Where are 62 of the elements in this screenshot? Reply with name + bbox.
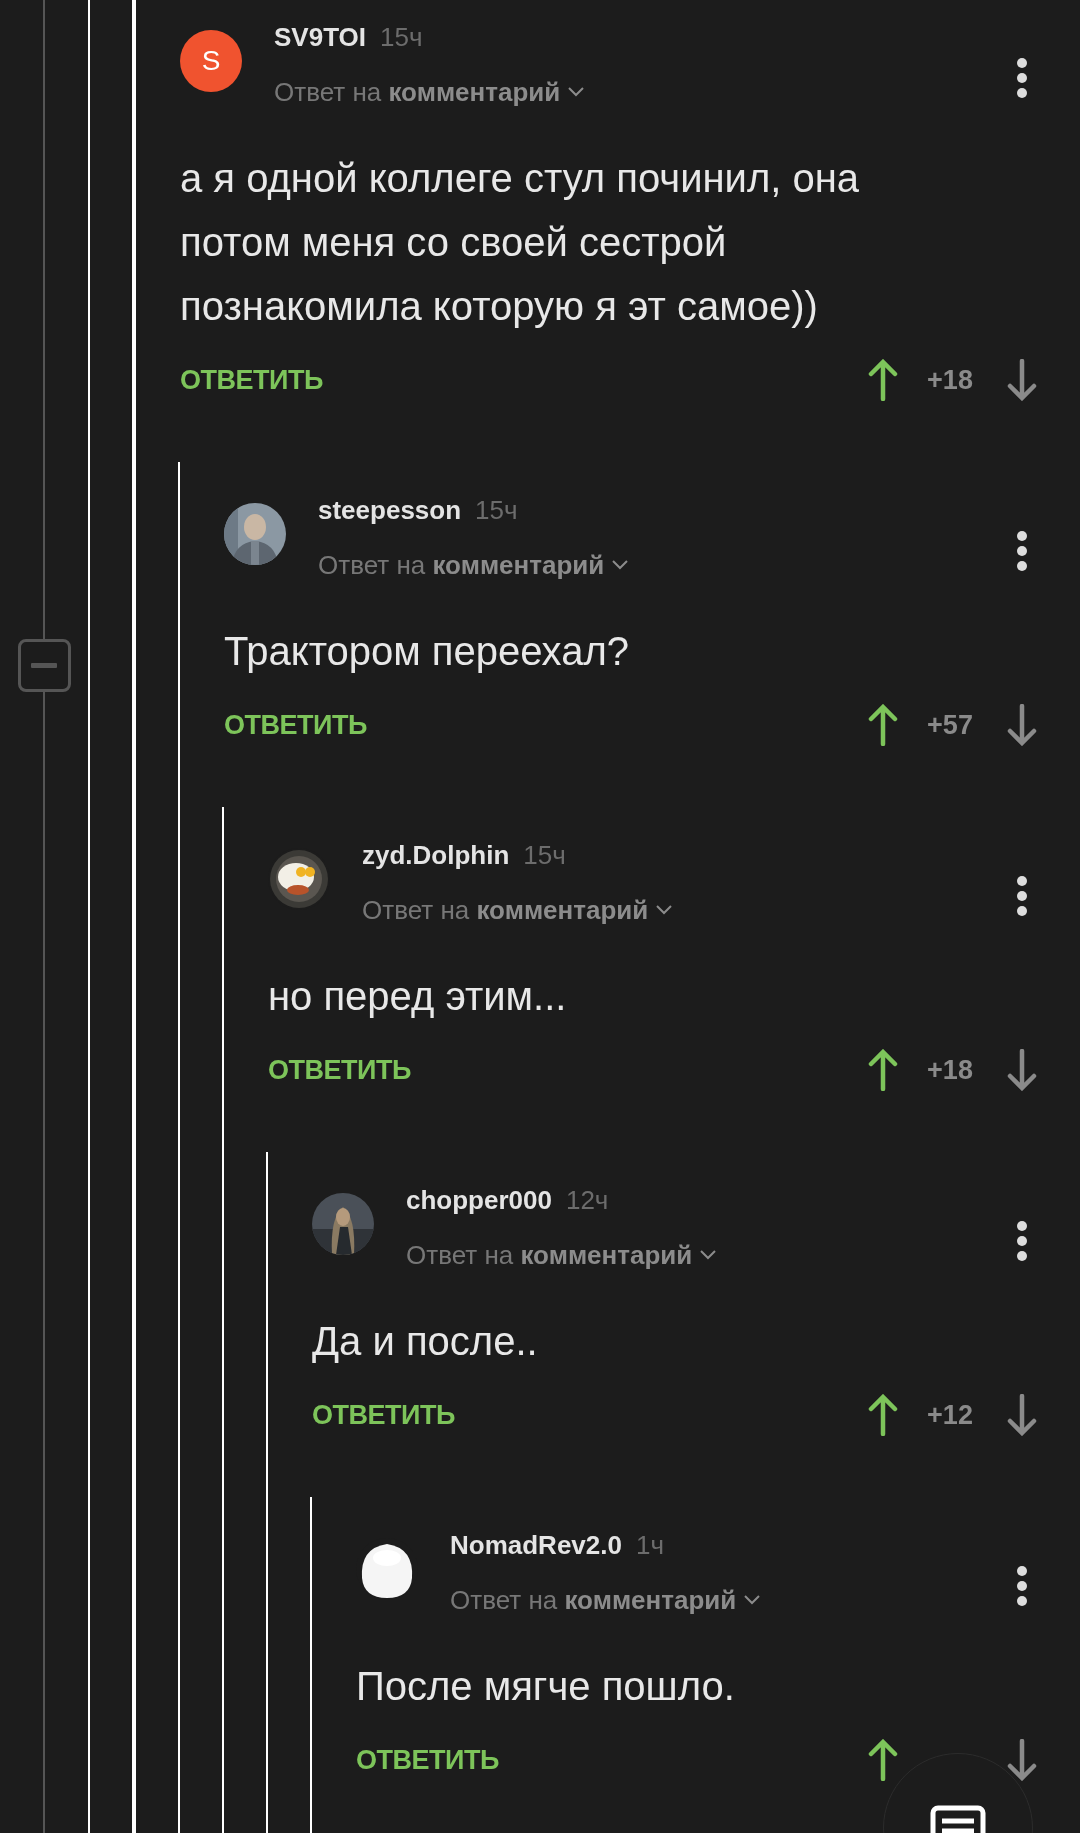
comment-rating: +57 [927,708,973,742]
chevron-down-icon [744,1595,761,1605]
author-name[interactable]: zyd.Dolphin [362,835,510,875]
upvote-button[interactable] [868,359,898,401]
reply-to-link[interactable]: Ответ на комментарий [362,890,649,930]
reply-button[interactable]: ОТВЕТИТЬ [356,1739,499,1781]
author-name[interactable]: steepesson [318,490,462,530]
minus-icon [31,663,57,668]
comment-text: После мягче пошло. [356,1663,736,1710]
comment-time: 15ч [380,20,423,54]
arrow-down-icon [1007,1049,1037,1091]
author-name[interactable]: chopper000 [406,1180,552,1220]
reply-button[interactable]: ОТВЕТИТЬ [180,359,323,401]
reply-to-link[interactable]: Ответ на комментарий [406,1235,693,1275]
comment-time: 15ч [475,493,518,527]
reply-to-link[interactable]: Ответ на комментарий [274,72,561,112]
list-icon [930,1805,986,1833]
comment-time: 12ч [565,1183,609,1217]
comment-time: 15ч [523,838,566,872]
reply-to-link[interactable]: Ответ на комментарий [450,1580,737,1620]
downvote-button[interactable] [1007,1049,1037,1091]
arrow-down-icon [1007,704,1037,746]
arrow-down-icon [1007,359,1037,401]
comment-text: Трактором переехал? [224,628,630,675]
arrow-up-icon [868,1739,898,1781]
more-options-icon[interactable] [1016,1220,1028,1262]
comment-rating: +18 [927,1053,973,1087]
author-name[interactable]: NomadRev2.0 [450,1525,622,1565]
comment-time: 1ч [635,1528,664,1562]
upvote-button[interactable] [868,1049,898,1091]
chevron-down-icon [568,87,585,97]
comment-text: Да и после.. [312,1318,539,1365]
arrow-up-icon [868,1394,898,1436]
comment-rating: +12 [927,1398,973,1432]
downvote-button[interactable] [1007,704,1037,746]
arrow-down-icon [1007,1394,1037,1436]
reply-to-link[interactable]: Ответ на комментарий [318,545,605,585]
more-options-icon[interactable] [1016,875,1028,917]
comment-rating: +18 [927,363,973,397]
chevron-down-icon [700,1250,717,1260]
chevron-down-icon [612,560,629,570]
reply-button[interactable]: ОТВЕТИТЬ [312,1394,455,1436]
arrow-down-icon [1007,1739,1037,1781]
author-name[interactable]: SV9TOI [274,17,366,57]
comment-text: но перед этим... [268,973,568,1020]
upvote-button[interactable] [868,1394,898,1436]
avatar: S [180,30,242,92]
more-options-icon[interactable] [1016,1565,1028,1607]
more-options-icon[interactable] [1016,530,1028,572]
comment-text: а я одной коллеге стул починил, она потом меня со своей сестрой познакомила которую я эт самое)) [180,155,861,330]
reply-button[interactable]: ОТВЕТИТЬ [224,704,367,746]
downvote-button[interactable] [1007,359,1037,401]
reply-button[interactable]: ОТВЕТИТЬ [268,1049,411,1091]
arrow-up-icon [868,359,898,401]
upvote-button[interactable] [868,1739,898,1781]
downvote-button[interactable] [1007,1394,1037,1436]
downvote-button[interactable] [1007,1739,1037,1781]
chevron-down-icon [656,905,673,915]
upvote-button[interactable] [868,704,898,746]
more-options-icon[interactable] [1016,57,1028,99]
arrow-up-icon [868,704,898,746]
arrow-up-icon [868,1049,898,1091]
